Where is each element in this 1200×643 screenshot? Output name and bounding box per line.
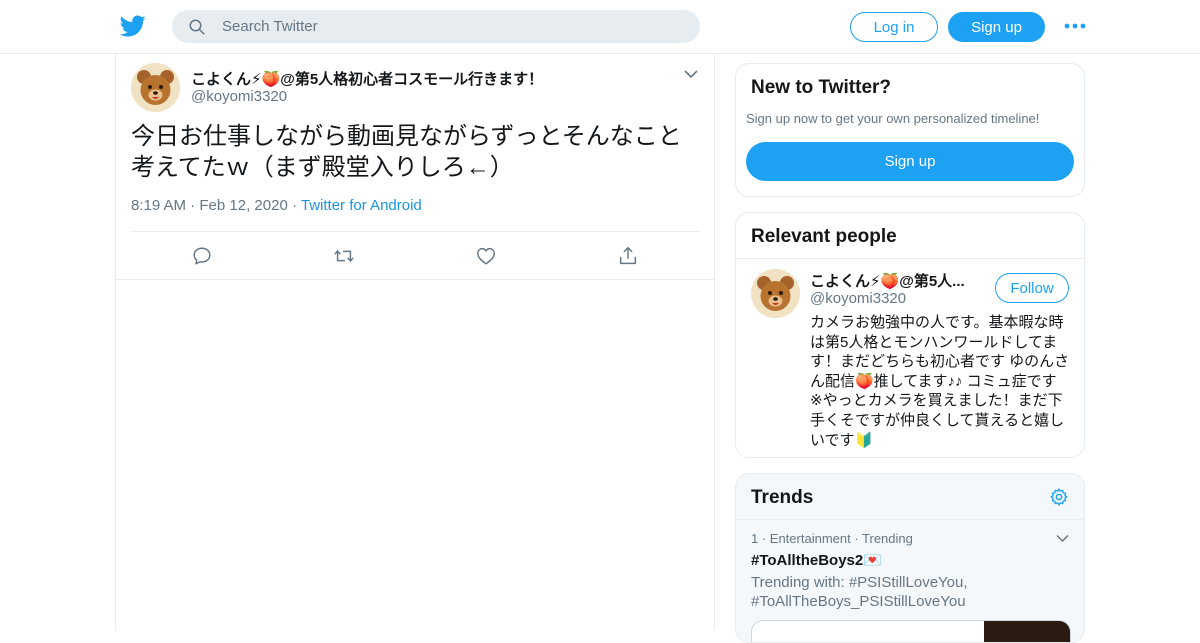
signup-button[interactable]: Sign up [948,12,1045,42]
chevron-down-icon[interactable] [1056,534,1069,543]
card-heading: New to Twitter? [751,77,892,98]
divider [736,519,1084,520]
card-heading: Trends [751,487,814,508]
person-bio: カメラお勉強中の人です。基本暇な時は第5人格とモンハンワールドしてます！まだどち… [810,314,1070,449]
sidebar-signup-button[interactable]: Sign up [746,142,1074,181]
tweet-column: こよくん⚡🍑@第5人格初心者コスモール行きます！ @koyomi3320 今日お… [115,54,715,630]
search-input[interactable] [222,10,682,43]
top-bar: Log in Sign up [0,0,1200,54]
reply-icon[interactable] [191,245,213,267]
new-to-twitter-card: New to Twitter? Sign up now to get your … [735,63,1085,197]
relevant-people-card: Relevant people こよくん⚡🍑@第5人... @koyomi332… [735,212,1085,458]
divider [736,258,1084,259]
tweet-date[interactable]: Feb 12, 2020 [199,197,287,214]
avatar[interactable] [131,63,180,112]
avatar[interactable] [751,269,800,318]
person-handle[interactable]: @koyomi3320 [810,290,906,307]
card-heading: Relevant people [751,226,897,247]
person-name[interactable]: こよくん⚡🍑@第5人... [810,270,985,291]
search-icon [189,19,205,35]
tweet-actions [116,232,714,280]
tweet-meta: 8:19 AM · Feb 12, 2020 · Twitter for And… [131,197,422,214]
more-dots-icon[interactable] [1064,19,1086,33]
trends-card: Trends 1 · Entertainment · Trending #ToA… [735,473,1085,643]
follow-button[interactable]: Follow [995,273,1069,303]
trend-name[interactable]: #ToAlltheBoys2💌 [751,551,882,569]
tweet-text: 今日お仕事しながら動画見ながらずっとそんなこと考えてたｗ（まず殿堂入りしろ←） [131,123,682,181]
search-box[interactable] [172,10,700,43]
login-button[interactable]: Log in [850,12,938,42]
like-icon[interactable] [475,245,497,267]
meta-separator: · [190,197,200,214]
gear-icon[interactable] [1049,487,1069,507]
tweet-author-handle[interactable]: @koyomi3320 [191,88,287,105]
retweet-icon[interactable] [333,245,355,267]
tweet-time[interactable]: 8:19 AM [131,197,186,214]
card-subtext: Sign up now to get your own personalized… [746,111,1040,126]
trend-meta: 1 · Entertainment · Trending [751,531,913,546]
trend-with-text: Trending with: #PSIStillLoveYou, #ToAllT… [751,574,968,610]
chevron-down-icon[interactable] [684,69,698,79]
trend-thumbnail [984,621,1070,642]
share-icon[interactable] [617,245,639,267]
tweet-author-name[interactable]: こよくん⚡🍑@第5人格初心者コスモール行きます！ [191,68,543,89]
teddy-bear-avatar-icon [751,269,800,318]
tweet-source-link[interactable]: Twitter for Android [301,197,422,214]
meta-separator: · [291,197,301,214]
trend-preview-card[interactable] [751,620,1071,642]
twitter-bird-icon[interactable] [120,13,146,39]
teddy-bear-avatar-icon [131,63,180,112]
